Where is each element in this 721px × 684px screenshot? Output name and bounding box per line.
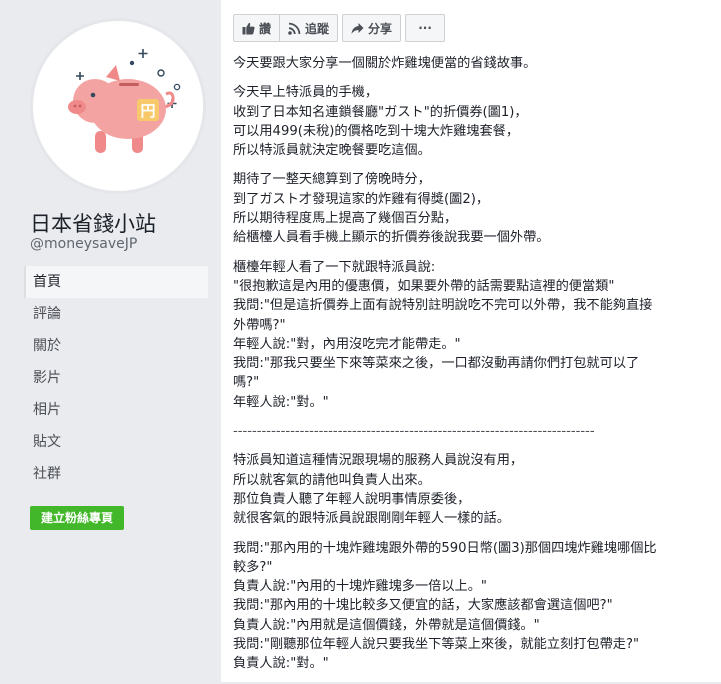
post-separator: ----------------------------------------… bbox=[233, 424, 595, 440]
post-paragraph: 今天要跟大家分享一個關於炸雞塊便當的省錢故事。 bbox=[233, 54, 717, 73]
post-paragraph: 期待了一整天總算到了傍晚時分， 到了ガスト才發現這家的炸雞有得獎(圖2)， 所以… bbox=[233, 170, 717, 247]
like-follow-group: 讚 追蹤 bbox=[233, 14, 339, 44]
ellipsis-icon: ··· bbox=[418, 21, 432, 35]
post-line: 負責人說:"對。" bbox=[233, 656, 329, 672]
post-line: 那位負責人聽了年輕人說明事情原委後， bbox=[233, 491, 471, 507]
follow-button-label: 追蹤 bbox=[305, 21, 330, 36]
post-line: 我問:"但是這折價券上面有說特別註明說吃不完可以外帶，我不能夠直接 bbox=[233, 298, 653, 314]
post-line: 可以用499(未稅)的價格吃到十塊大炸雞塊套餐， bbox=[233, 123, 520, 139]
post-line: 到了ガスト才發現這家的炸雞有得獎(圖2)， bbox=[233, 191, 490, 207]
like-button-label: 讚 bbox=[259, 21, 272, 36]
post-body: 今天要跟大家分享一個關於炸雞塊便當的省錢故事。 今天早上特派員的手機， 收到了日… bbox=[233, 54, 717, 684]
page-action-toolbar: 讚 追蹤 分享 ··· bbox=[233, 14, 449, 44]
nav-item-reviews[interactable]: 評論 bbox=[24, 298, 208, 330]
post-line: 所以就客氣的請他叫負責人出來。 bbox=[233, 472, 431, 488]
page-nav: 首頁 評論 關於 影片 相片 貼文 社群 bbox=[24, 266, 208, 490]
post-paragraph: 今天早上特派員的手機， 收到了日本知名連鎖餐廳"ガスト"的折價券(圖1)， 可以… bbox=[233, 83, 717, 160]
nav-item-posts[interactable]: 貼文 bbox=[24, 426, 208, 458]
post-line: 年輕人說:"對。" bbox=[233, 394, 329, 410]
nav-item-about[interactable]: 關於 bbox=[24, 330, 208, 362]
post-line: 較多?" bbox=[233, 559, 273, 575]
post-paragraph: 櫃檯年輕人看了一下就跟特派員說: "很抱歉這是內用的優惠價，如果要外帶的話需要點… bbox=[233, 258, 717, 412]
post-line: 我問:"那內用的十塊炸雞塊跟外帶的590日幣(圖3)那個四塊炸雞塊哪個比 bbox=[233, 540, 657, 556]
like-button[interactable]: 讚 bbox=[233, 14, 281, 42]
page-avatar[interactable]: 円 bbox=[30, 18, 206, 194]
yen-badge: 円 bbox=[140, 102, 155, 120]
post-line: 我問:"那我只要坐下來等菜來之後，一口都沒動再請你們打包就可以了 bbox=[233, 356, 640, 372]
post-line: 櫃檯年輕人看了一下就跟特派員說: bbox=[233, 259, 436, 275]
nav-item-home[interactable]: 首頁 bbox=[24, 266, 208, 298]
main-content: 讚 追蹤 分享 ··· 今天要跟大家分享一個關於炸雞塊便當的省錢故事。 今天早上… bbox=[221, 0, 721, 682]
share-button[interactable]: 分享 bbox=[342, 14, 402, 42]
post-line: 我問:"那內用的十塊比較多又便宜的話，大家應該都會選這個吧?" bbox=[233, 598, 613, 614]
nav-item-community[interactable]: 社群 bbox=[24, 458, 208, 490]
page-handle[interactable]: @moneysaveJP bbox=[30, 236, 137, 252]
rss-follow-icon bbox=[288, 22, 301, 35]
create-page-button[interactable]: 建立粉絲專頁 bbox=[30, 506, 124, 530]
share-arrow-icon bbox=[351, 22, 364, 35]
share-button-label: 分享 bbox=[368, 21, 393, 36]
post-line: 嗎?" bbox=[233, 375, 260, 391]
post-line: 今天早上特派員的手機， bbox=[233, 85, 379, 101]
post-line: 給櫃檯人員看手機上顯示的折價券後說我要一個外帶。 bbox=[233, 230, 550, 246]
post-line: 期待了一整天總算到了傍晚時分， bbox=[233, 172, 431, 188]
post-line: 年輕人說:"對，內用沒吃完才能帶走。" bbox=[233, 336, 461, 352]
post-line: "很抱歉這是內用的優惠價，如果要外帶的話需要點這裡的便當類" bbox=[233, 278, 615, 294]
post-line: 特派員知道這種情況跟現場的服務人員說沒有用， bbox=[233, 453, 524, 469]
post-line: 我問:"剛聽那位年輕人說只要我坐下等菜上來後，就能立刻打包帶走?" bbox=[233, 637, 640, 653]
post-line: 今天要跟大家分享一個關於炸雞塊便當的省錢故事。 bbox=[233, 56, 537, 71]
page-name[interactable]: 日本省錢小站 bbox=[30, 208, 156, 238]
sidebar: 円 日本省錢小站 @moneysaveJP 首頁 評論 關於 影片 相片 貼文 … bbox=[0, 0, 221, 682]
more-options-button[interactable]: ··· bbox=[405, 14, 446, 42]
post-line: 所以特派員就決定晚餐要吃這個。 bbox=[233, 143, 431, 159]
thumbs-up-icon bbox=[242, 22, 255, 35]
follow-button[interactable]: 追蹤 bbox=[280, 14, 339, 42]
post-line: 負責人說:"內用的十塊炸雞塊多一倍以上。" bbox=[233, 579, 487, 595]
piggy-bank-icon: 円 bbox=[68, 49, 181, 153]
post-line: 負責人說:"內用就是這個價錢，外帶就是這個價錢。" bbox=[233, 617, 540, 633]
post-paragraph: 特派員知道這種情況跟現場的服務人員說沒有用， 所以就客氣的請他叫負責人出來。 那… bbox=[233, 451, 717, 528]
post-line: 外帶嗎?" bbox=[233, 317, 286, 333]
nav-item-photos[interactable]: 相片 bbox=[24, 394, 208, 426]
post-paragraph: 我問:"那內用的十塊炸雞塊跟外帶的590日幣(圖3)那個四塊炸雞塊哪個比 較多?… bbox=[233, 539, 717, 674]
post-line: 所以期待程度馬上提高了幾個百分點， bbox=[233, 211, 458, 227]
post-line: 收到了日本知名連鎖餐廳"ガスト"的折價券(圖1)， bbox=[233, 104, 528, 120]
nav-item-videos[interactable]: 影片 bbox=[24, 362, 208, 394]
post-line: 就很客氣的跟特派員說跟剛剛年輕人一樣的話。 bbox=[233, 511, 510, 527]
